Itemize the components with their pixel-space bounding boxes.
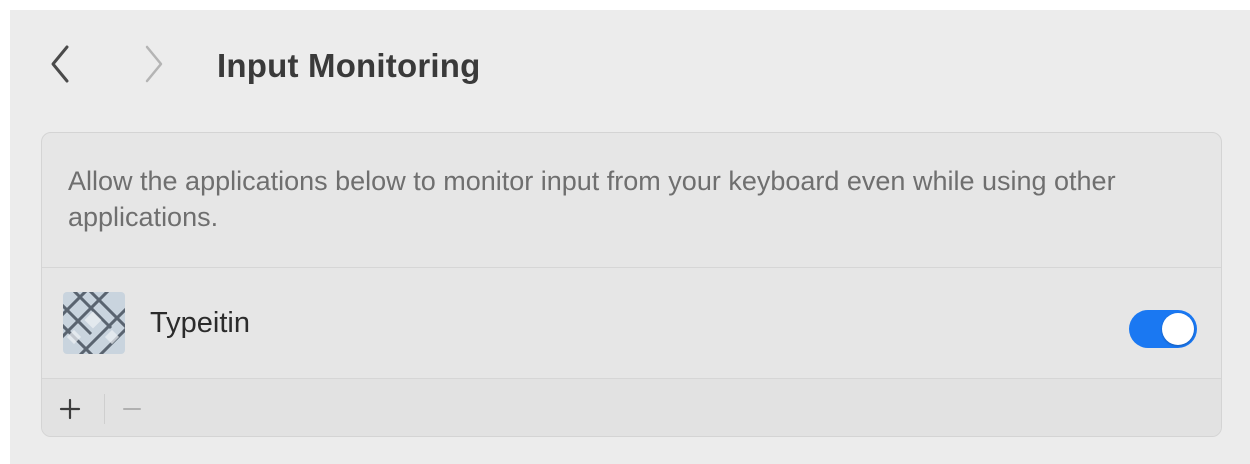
toolbar: Input Monitoring: [10, 10, 1250, 120]
minus-icon: [123, 407, 141, 410]
typeitin-toggle[interactable]: [1129, 310, 1197, 348]
back-button[interactable]: [40, 42, 80, 86]
typeitin-app-icon: [63, 292, 125, 354]
chevron-right-icon: [145, 45, 163, 83]
add-app-button[interactable]: [42, 379, 98, 436]
permission-description: Allow the applications below to monitor …: [68, 166, 1116, 232]
plus-icon: [59, 398, 81, 419]
toggle-knob: [1162, 313, 1194, 345]
forward-button[interactable]: [134, 42, 174, 86]
settings-window: Input Monitoring Allow the applications …: [10, 10, 1250, 464]
chevron-left-icon: [51, 45, 69, 83]
page-title: Input Monitoring: [217, 47, 481, 84]
list-footer: [42, 379, 1221, 436]
input-monitoring-panel: Allow the applications below to monitor …: [41, 132, 1222, 437]
app-name: Typeitin: [150, 307, 250, 339]
remove-app-button[interactable]: [104, 379, 160, 436]
app-row: Typeitin: [42, 268, 1221, 378]
